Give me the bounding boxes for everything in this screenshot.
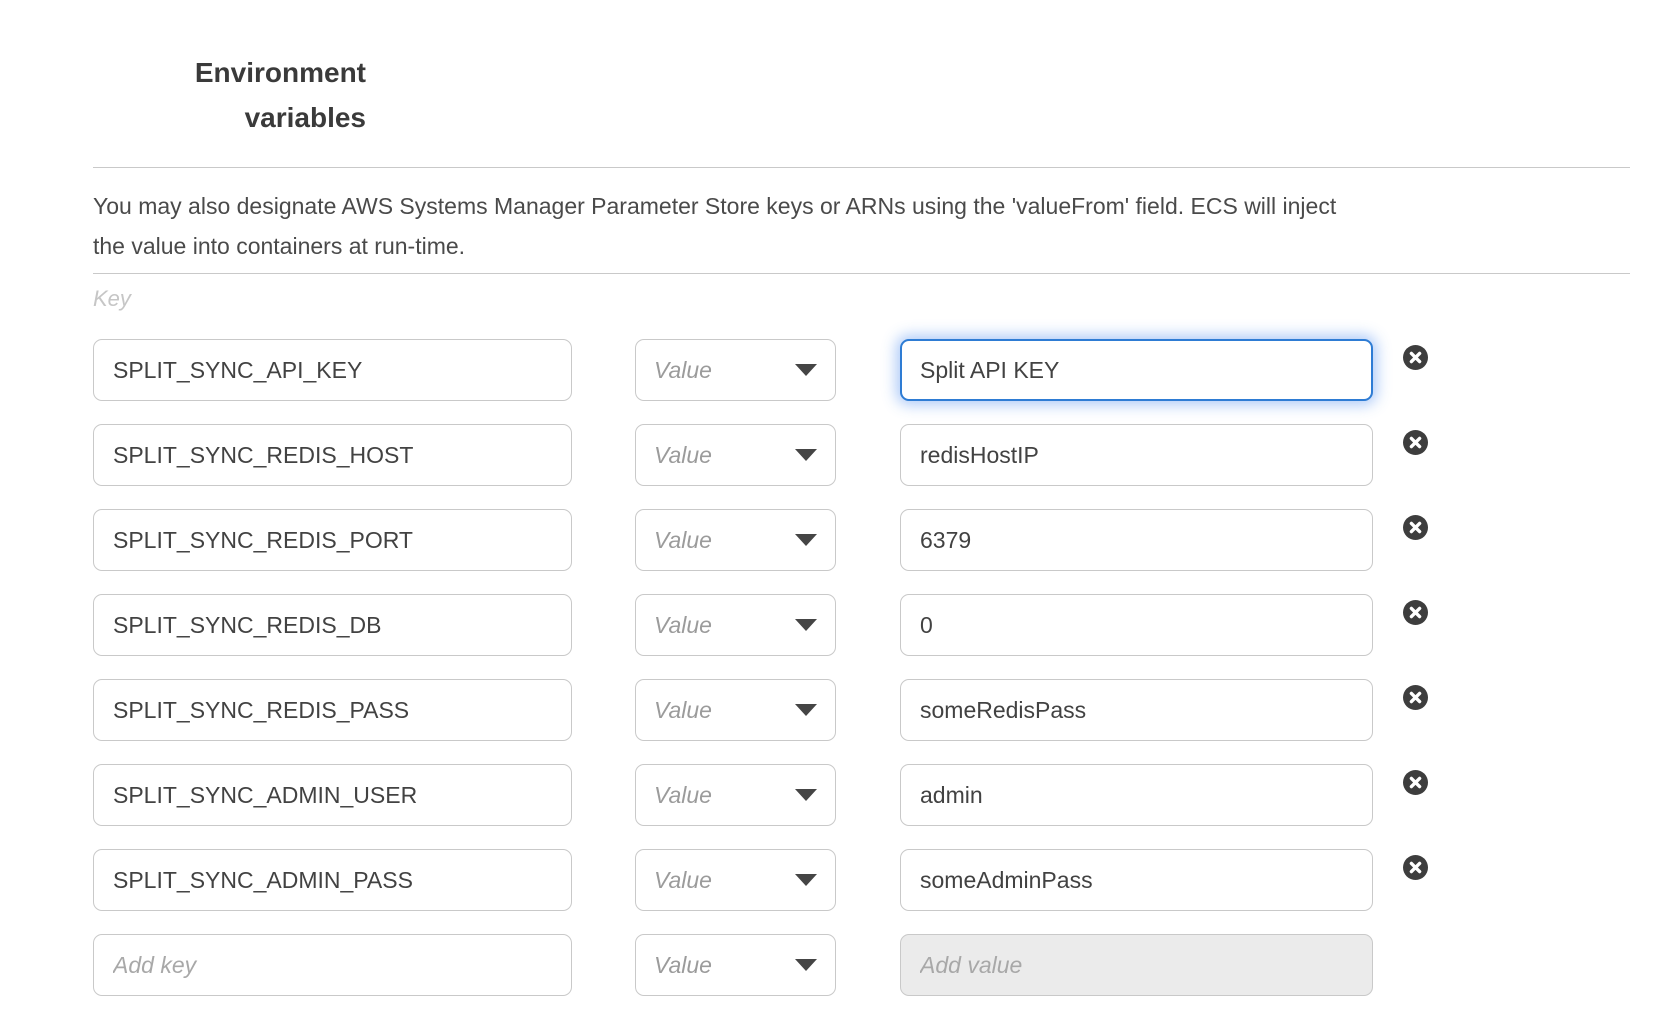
x-circle-icon — [1403, 770, 1428, 795]
value-type-select[interactable]: Value — [635, 679, 836, 741]
value-type-selected: Value — [654, 952, 712, 979]
section-label: Environment variables — [188, 50, 366, 140]
key-input[interactable] — [93, 679, 572, 741]
value-input[interactable] — [900, 594, 1373, 656]
value-type-selected: Value — [654, 357, 712, 384]
env-var-row: Value — [0, 594, 1678, 656]
add-value-input — [900, 934, 1373, 996]
env-var-row: Value — [0, 679, 1678, 741]
x-circle-icon — [1403, 600, 1428, 625]
value-type-selected: Value — [654, 612, 712, 639]
value-input[interactable] — [900, 424, 1373, 486]
env-var-row: Value — [0, 849, 1678, 911]
env-var-rows: Value Value Value — [0, 339, 1678, 996]
chevron-down-icon — [795, 534, 817, 546]
env-var-row: Value — [0, 764, 1678, 826]
env-var-row: Value — [0, 509, 1678, 571]
value-type-selected: Value — [654, 527, 712, 554]
description-line-2: the value into containers at run-time. — [93, 226, 1630, 266]
chevron-down-icon — [795, 364, 817, 376]
key-input[interactable] — [93, 509, 572, 571]
remove-row-button[interactable] — [1403, 855, 1428, 880]
value-type-select[interactable]: Value — [635, 849, 836, 911]
x-circle-icon — [1403, 855, 1428, 880]
remove-row-button[interactable] — [1403, 600, 1428, 625]
key-input[interactable] — [93, 594, 572, 656]
key-input[interactable] — [93, 339, 572, 401]
x-circle-icon — [1403, 430, 1428, 455]
chevron-down-icon — [795, 704, 817, 716]
section-description: You may also designate AWS Systems Manag… — [93, 186, 1630, 266]
x-circle-icon — [1403, 515, 1428, 540]
remove-row-button[interactable] — [1403, 770, 1428, 795]
value-type-select[interactable]: Value — [635, 594, 836, 656]
chevron-down-icon — [795, 959, 817, 971]
value-type-select[interactable]: Value — [635, 509, 836, 571]
remove-row-button[interactable] — [1403, 685, 1428, 710]
add-env-var-row: Value — [0, 934, 1678, 996]
env-var-row: Value — [0, 339, 1678, 401]
value-input[interactable] — [900, 764, 1373, 826]
value-input[interactable] — [900, 339, 1373, 401]
value-type-select[interactable]: Value — [635, 934, 836, 996]
value-type-selected: Value — [654, 782, 712, 809]
env-var-row: Value — [0, 424, 1678, 486]
value-type-selected: Value — [654, 697, 712, 724]
x-circle-icon — [1403, 685, 1428, 710]
value-type-select[interactable]: Value — [635, 339, 836, 401]
value-input[interactable] — [900, 849, 1373, 911]
key-column-header: Key — [93, 286, 1678, 312]
divider-middle — [93, 273, 1630, 274]
value-type-selected: Value — [654, 442, 712, 469]
key-input[interactable] — [93, 849, 572, 911]
key-input[interactable] — [93, 764, 572, 826]
chevron-down-icon — [795, 449, 817, 461]
value-type-select[interactable]: Value — [635, 424, 836, 486]
chevron-down-icon — [795, 619, 817, 631]
value-type-selected: Value — [654, 867, 712, 894]
value-input[interactable] — [900, 509, 1373, 571]
divider-top — [93, 167, 1630, 168]
add-key-input[interactable] — [93, 934, 572, 996]
value-type-select[interactable]: Value — [635, 764, 836, 826]
chevron-down-icon — [795, 789, 817, 801]
environment-variables-section: Environment variables You may also desig… — [0, 50, 1678, 1018]
remove-row-button[interactable] — [1403, 345, 1428, 370]
x-circle-icon — [1403, 345, 1428, 370]
value-input[interactable] — [900, 679, 1373, 741]
chevron-down-icon — [795, 874, 817, 886]
description-line-1: You may also designate AWS Systems Manag… — [93, 186, 1630, 226]
key-input[interactable] — [93, 424, 572, 486]
remove-row-button[interactable] — [1403, 430, 1428, 455]
remove-row-button[interactable] — [1403, 515, 1428, 540]
